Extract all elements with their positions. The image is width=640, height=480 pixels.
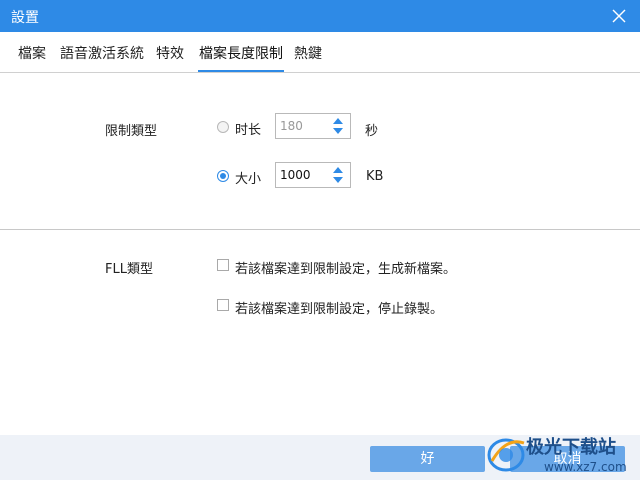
close-icon[interactable] [609, 6, 629, 26]
duration-unit: 秒 [365, 124, 379, 139]
tab-bar: 檔案 語音激活系統 特效 檔案長度限制 熱鍵 [0, 32, 640, 72]
tab-effects[interactable]: 特效 [156, 43, 184, 63]
size-label: 大小 [235, 172, 262, 187]
stepper-arrows-icon[interactable] [332, 117, 344, 135]
window-title: 設置 [11, 10, 39, 26]
stop-recording-checkbox[interactable] [217, 299, 229, 311]
svg-text:www.xz7.com: www.xz7.com [544, 460, 627, 474]
new-file-checkbox[interactable] [217, 259, 229, 271]
duration-label: 时长 [235, 123, 262, 138]
size-radio[interactable] [217, 170, 229, 182]
title-bar: 設置 [0, 0, 640, 32]
watermark-logo: 极光下载站 www.xz7.com [487, 436, 627, 474]
ok-button[interactable]: 好 [370, 446, 485, 472]
tab-file-length-limit[interactable]: 檔案長度限制 [199, 43, 283, 63]
size-value[interactable]: 1000 [280, 168, 311, 182]
tab-divider [0, 72, 640, 73]
svg-text:极光下载站: 极光下载站 [526, 436, 616, 458]
duration-value[interactable]: 180 [280, 119, 303, 133]
fll-type-label: FLL類型 [105, 262, 153, 277]
duration-stepper[interactable]: 180 [275, 113, 351, 139]
tab-voice-activation[interactable]: 語音激活系統 [60, 43, 144, 63]
new-file-option-label[interactable]: 若該檔案達到限制設定，生成新檔案。 [235, 258, 456, 277]
size-stepper[interactable]: 1000 [275, 162, 351, 188]
stepper-arrows-icon[interactable] [332, 166, 344, 184]
size-unit: KB [366, 169, 384, 184]
tab-hotkeys[interactable]: 熱鍵 [294, 43, 322, 63]
stop-recording-option-label[interactable]: 若該檔案達到限制設定，停止錄製。 [235, 298, 443, 317]
tab-file[interactable]: 檔案 [18, 43, 46, 63]
section-divider [0, 229, 640, 230]
limit-type-label: 限制類型 [105, 124, 158, 139]
duration-radio[interactable] [217, 121, 229, 133]
